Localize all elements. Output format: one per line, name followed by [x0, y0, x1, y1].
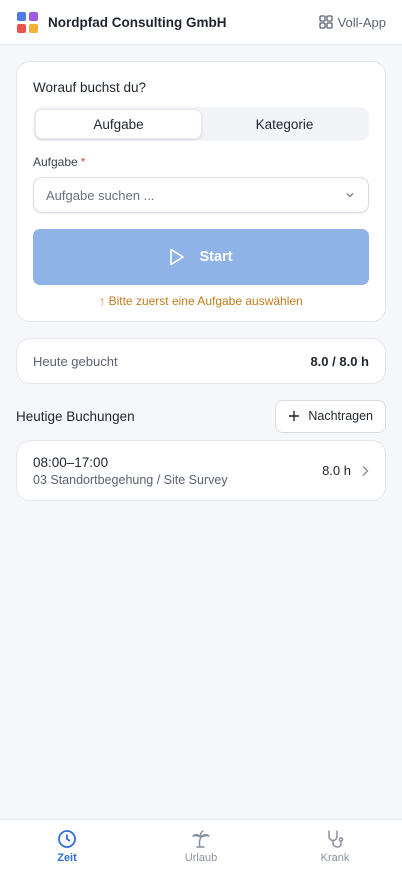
add-booking-button[interactable]: Nachtragen	[275, 399, 386, 433]
nav-label-zeit: Zeit	[57, 852, 77, 864]
tab-category[interactable]: Kategorie	[202, 109, 367, 139]
required-marker: *	[80, 155, 86, 169]
task-hint-text: Bitte zuerst eine Aufgabe auswählen	[108, 294, 303, 308]
bookings-title: Heutige Buchungen	[16, 408, 135, 424]
booking-duration: 8.0 h	[322, 463, 351, 478]
play-icon	[170, 248, 185, 266]
nav-item-zeit[interactable]: Zeit	[0, 820, 134, 874]
bottom-nav: Zeit Urlaub Krank	[0, 819, 402, 874]
booking-time: 08:00–17:00	[33, 454, 109, 470]
booking-description: 03 Standortbegehung / Site Survey	[33, 472, 228, 487]
start-button[interactable]: Start	[33, 229, 369, 285]
bookings-header: Heutige Buchungen Nachtragen	[16, 399, 386, 433]
palm-tree-icon	[192, 830, 210, 848]
booking-question: Worauf buchst du?	[33, 80, 147, 95]
arrow-up-icon: ↑	[99, 294, 106, 308]
grid-icon	[318, 15, 333, 29]
chevron-down-icon	[346, 193, 354, 198]
start-label: Start	[199, 249, 233, 265]
plus-icon	[289, 411, 300, 421]
top-bar: Nordpfad Consulting GmbH Voll-App	[0, 0, 402, 45]
full-app-label: Voll-App	[337, 14, 386, 30]
nav-label-urlaub: Urlaub	[184, 852, 218, 864]
booking-type-toggle: Aufgabe Kategorie	[33, 107, 369, 141]
clock-icon	[58, 830, 76, 848]
nav-label-krank: Krank	[320, 852, 350, 864]
nav-item-krank[interactable]: Krank	[268, 820, 402, 874]
tab-task[interactable]: Aufgabe	[35, 109, 202, 139]
booking-entry[interactable]: 08:00–17:00 03 Standortbegehung / Site S…	[16, 440, 386, 501]
chevron-right-icon	[362, 465, 369, 476]
nav-item-urlaub[interactable]: Urlaub	[134, 820, 268, 874]
today-value: 8.0 / 8.0 h	[310, 353, 369, 369]
company-name: Nordpfad Consulting GmbH	[48, 14, 227, 30]
task-hint: ↑ Bitte zuerst eine Aufgabe auswählen	[33, 294, 369, 308]
task-search-placeholder: Aufgabe suchen ...	[46, 187, 155, 203]
today-summary: Heute gebucht 8.0 / 8.0 h	[16, 338, 386, 384]
task-field-label: Aufgabe *	[33, 155, 369, 169]
add-booking-label: Nachtragen	[308, 409, 373, 423]
today-label: Heute gebucht	[33, 353, 118, 369]
app-logo	[17, 11, 38, 33]
booking-entry-text: 08:00–17:00 03 Standortbegehung / Site S…	[33, 455, 228, 487]
task-search-select[interactable]: Aufgabe suchen ...	[33, 177, 369, 213]
full-app-button[interactable]: Voll-App	[318, 14, 386, 30]
task-label-text: Aufgabe	[33, 155, 78, 169]
booking-card: Worauf buchst du? Aufgabe Kategorie Aufg…	[16, 61, 386, 322]
booking-entry-meta: 8.0 h	[322, 463, 369, 478]
stethoscope-icon	[328, 830, 344, 848]
